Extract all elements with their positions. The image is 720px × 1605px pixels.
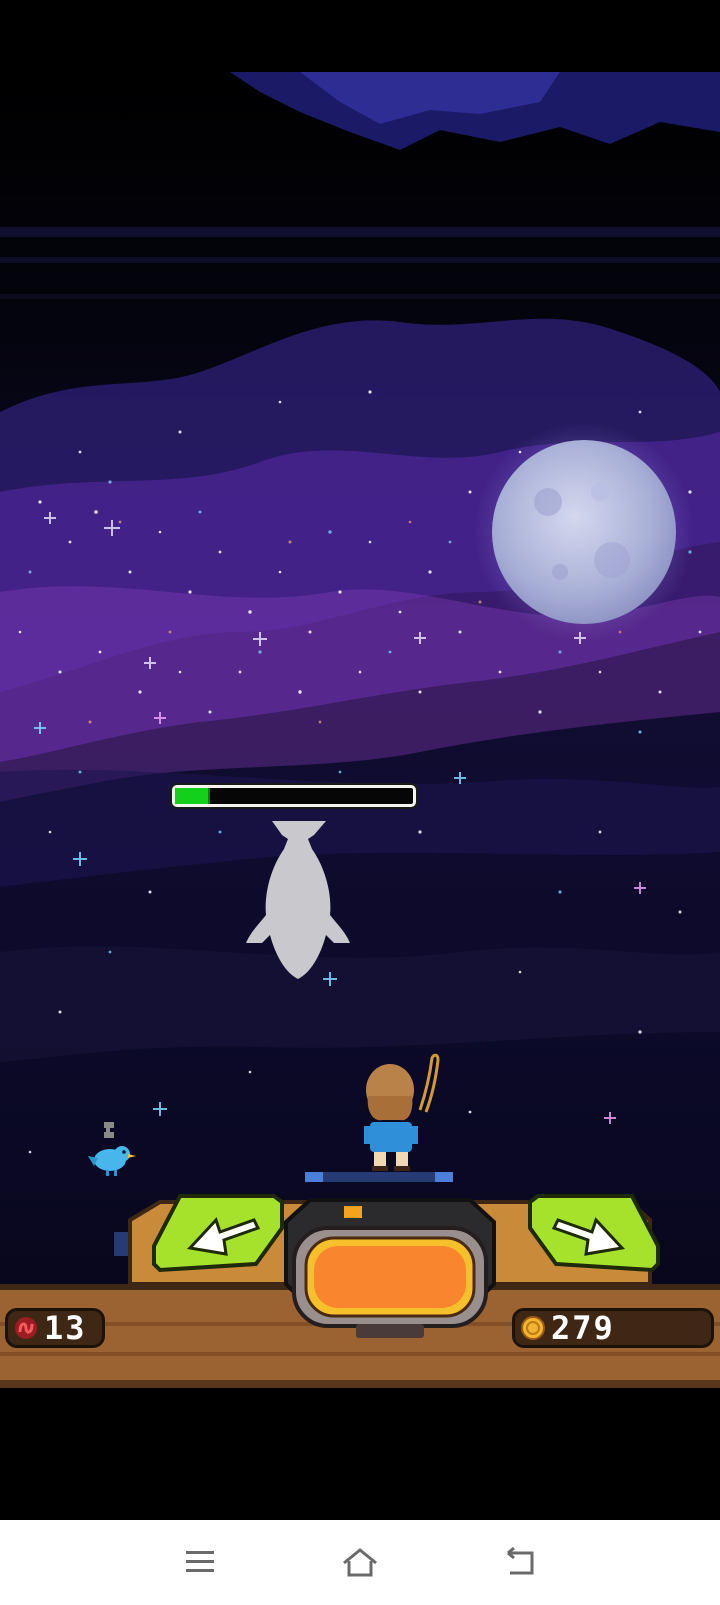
bait-count: 13 — [44, 1309, 87, 1347]
coin-counter: 279 — [512, 1308, 714, 1348]
worm-icon — [15, 1317, 37, 1339]
menu-icon — [186, 1551, 214, 1572]
right-arrow-button[interactable] — [526, 1192, 662, 1274]
android-nav-bar — [0, 1520, 720, 1605]
bird-companion — [88, 1122, 136, 1176]
game-view[interactable]: 13 279 — [0, 72, 720, 1388]
left-arrow-button[interactable] — [150, 1192, 286, 1274]
catch-progress-bar — [172, 785, 416, 807]
nav-back-button[interactable] — [494, 1536, 546, 1588]
nav-home-button[interactable] — [334, 1536, 386, 1588]
back-icon — [507, 1546, 534, 1575]
fish-shadow — [246, 821, 350, 979]
cast-button[interactable] — [280, 1192, 500, 1338]
nav-menu-button[interactable] — [174, 1536, 226, 1588]
coin-icon — [521, 1316, 545, 1340]
catch-progress-fill — [175, 788, 211, 804]
coin-count: 279 — [551, 1309, 615, 1347]
player-fisher — [364, 1053, 440, 1171]
home-icon — [343, 1548, 377, 1577]
bait-counter: 13 — [5, 1308, 105, 1348]
